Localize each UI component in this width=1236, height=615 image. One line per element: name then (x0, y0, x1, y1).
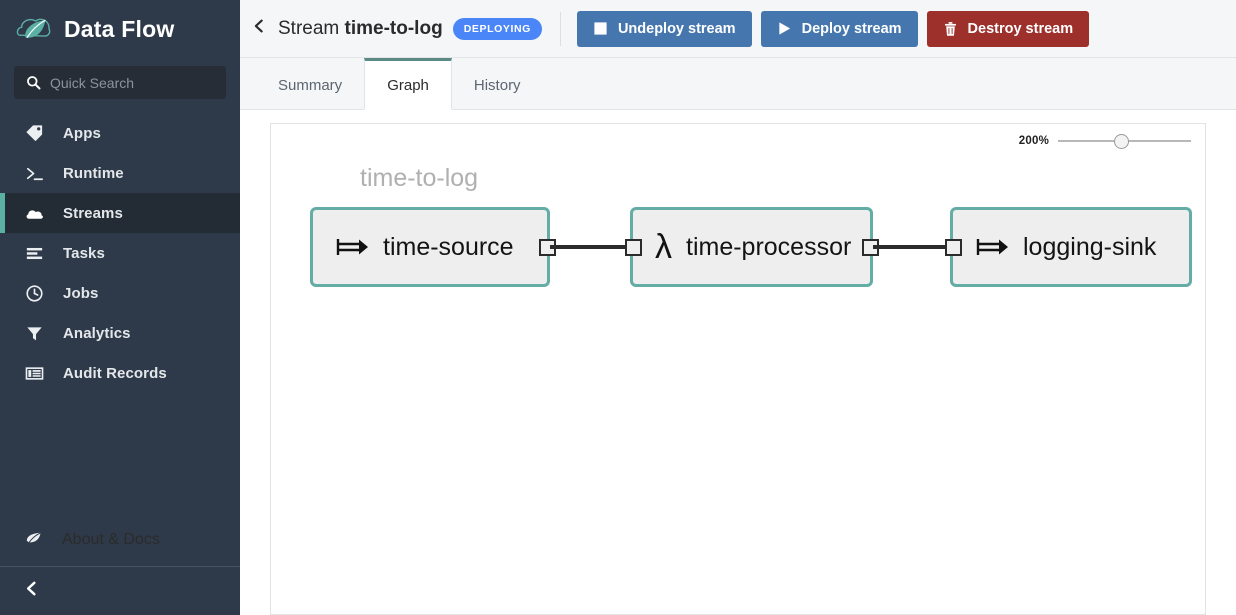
tab-label: Summary (278, 77, 343, 94)
app-root: Data Flow Quick Search Apps Runtime Stre… (0, 0, 1236, 615)
button-label: Deploy stream (801, 20, 902, 37)
clock-icon (23, 282, 45, 304)
lambda-icon: λ (655, 228, 672, 266)
button-label: Destroy stream (967, 20, 1074, 37)
sidebar-item-audit-records[interactable]: Audit Records (0, 353, 240, 393)
status-badge: DEPLOYING (452, 17, 542, 40)
main-area: Stream time-to-log DEPLOYING Undeploy st… (240, 0, 1236, 615)
trash-icon (943, 21, 958, 37)
sidebar-item-about-docs[interactable]: About & Docs (0, 518, 240, 562)
back-button[interactable] (240, 0, 278, 58)
brand-title: Data Flow (64, 15, 175, 42)
sidebar-item-label: Runtime (63, 164, 124, 182)
zoom-slider-thumb[interactable] (1114, 134, 1129, 149)
sidebar-item-streams[interactable]: Streams (0, 193, 240, 233)
tag-icon (23, 122, 45, 144)
search-container (0, 58, 240, 99)
deploy-stream-button[interactable]: Deploy stream (760, 10, 918, 47)
quick-search-box[interactable] (14, 66, 231, 99)
sidebar-item-runtime[interactable]: Runtime (0, 153, 240, 193)
tab-summary[interactable]: Summary (256, 58, 364, 110)
destroy-stream-button[interactable]: Destroy stream (926, 10, 1090, 47)
tab-history[interactable]: History (452, 58, 543, 110)
tab-label: History (473, 77, 521, 94)
graph-link-1 (550, 245, 630, 249)
funnel-icon (23, 322, 45, 344)
node-input-handle[interactable] (944, 238, 962, 256)
page-title: Stream time-to-log (278, 18, 443, 40)
graph-node-logging-sink[interactable]: logging-sink (944, 207, 1192, 287)
sidebar-nav: Apps Runtime Streams Tasks Jobs Analytic… (0, 113, 240, 393)
graph-node-label: time-source (383, 232, 514, 261)
button-label: Undeploy stream (617, 20, 736, 37)
sidebar-item-label: Streams (63, 204, 123, 222)
table-icon (23, 362, 45, 384)
source-arrow-icon (335, 235, 369, 259)
sidebar-item-label: Apps (63, 124, 101, 142)
tasks-icon (23, 242, 45, 264)
tab-bar: Summary Graph History (240, 58, 1236, 110)
leaf-icon (23, 527, 44, 553)
tab-graph[interactable]: Graph (364, 58, 452, 110)
play-triangle-icon (777, 21, 792, 36)
sidebar-item-label: Jobs (63, 284, 99, 302)
topbar: Stream time-to-log DEPLOYING Undeploy st… (240, 0, 1236, 58)
sidebar-item-analytics[interactable]: Analytics (0, 313, 240, 353)
sidebar-item-tasks[interactable]: Tasks (0, 233, 240, 273)
tab-label: Graph (387, 76, 429, 94)
sidebar-item-label: About & Docs (62, 531, 160, 548)
topbar-divider (559, 11, 561, 46)
cloud-icon (23, 202, 45, 224)
terminal-icon (23, 162, 45, 184)
search-icon (26, 75, 41, 90)
graph-node-label: time-processor (686, 232, 852, 261)
chevron-left-icon (250, 17, 268, 40)
search-input[interactable] (50, 74, 231, 91)
graph-node-label: logging-sink (1023, 232, 1157, 261)
stop-square-icon (593, 21, 608, 36)
sidebar-item-label: Analytics (63, 324, 131, 342)
content-area: 200% time-to-log time-source λ time-proc… (240, 110, 1236, 615)
brand[interactable]: Data Flow (0, 0, 240, 58)
sink-arrow-icon (975, 235, 1009, 259)
sidebar-item-label: Tasks (63, 244, 105, 262)
page-title-prefix: Stream (278, 17, 340, 39)
sidebar-item-apps[interactable]: Apps (0, 113, 240, 153)
spring-leaf-cloud-logo-icon (16, 14, 52, 44)
stream-graph-canvas[interactable]: 200% time-to-log time-source λ time-proc… (270, 123, 1206, 615)
graph-link-2 (873, 245, 953, 249)
undeploy-stream-button[interactable]: Undeploy stream (576, 10, 752, 47)
graph-node-time-source[interactable]: time-source (310, 207, 556, 287)
sidebar-item-jobs[interactable]: Jobs (0, 273, 240, 313)
sidebar-item-label: Audit Records (63, 364, 167, 382)
sidebar: Data Flow Quick Search Apps Runtime Stre… (0, 0, 240, 615)
page-title-name: time-to-log (344, 17, 443, 39)
node-input-handle[interactable] (624, 238, 642, 256)
graph-node-time-processor[interactable]: λ time-processor (624, 207, 879, 287)
sidebar-collapse-button[interactable] (0, 567, 240, 615)
chevron-left-icon (22, 579, 41, 603)
zoom-level-label: 200% (1018, 135, 1049, 147)
zoom-slider[interactable] (1058, 134, 1191, 149)
zoom-control: 200% (1018, 134, 1191, 149)
stream-name-label: time-to-log (360, 164, 479, 192)
